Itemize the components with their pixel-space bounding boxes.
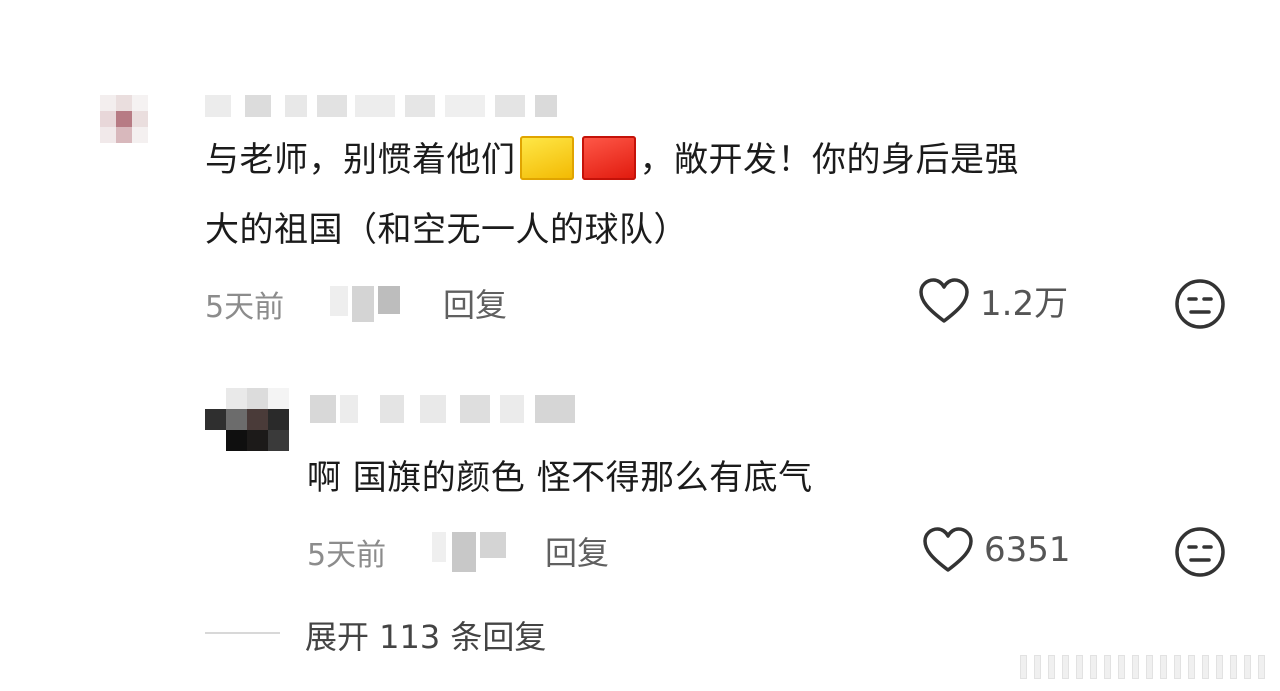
neutral-face-icon[interactable] — [1174, 526, 1226, 578]
reply-button[interactable]: 回复 — [545, 528, 609, 574]
comment-text-part-1: 与老师，别惯着他们 — [205, 140, 516, 180]
red-square-emoji — [581, 135, 636, 180]
location-redacted — [330, 286, 410, 322]
comment-text: 与老师，别惯着他们 ，敞开发！你的身后是强 — [205, 128, 1019, 192]
avatar[interactable] — [100, 95, 148, 143]
expand-replies-button[interactable]: 展开 113 条回复 — [305, 612, 546, 658]
like-button[interactable]: 6351 — [922, 526, 1071, 574]
watermark — [1020, 655, 1265, 679]
like-button[interactable]: 1.2万 — [918, 276, 1068, 325]
like-count: 1.2万 — [980, 284, 1069, 324]
comment-text-line-2: 大的祖国（和空无一人的球队） — [205, 210, 688, 250]
like-count: 6351 — [984, 530, 1071, 570]
reply-button[interactable]: 回复 — [443, 280, 507, 326]
heart-outline-icon — [919, 277, 969, 323]
location-redacted — [432, 532, 517, 572]
neutral-face-icon[interactable] — [1174, 278, 1226, 330]
yellow-square-emoji — [519, 135, 574, 180]
avatar[interactable] — [205, 388, 289, 451]
expand-divider — [205, 632, 280, 634]
comment-text-part-2: ，敞开发！你的身后是强 — [639, 140, 1019, 180]
comment-text: 啊 国旗的颜色 怪不得那么有底气 — [307, 458, 813, 498]
comment-time: 5天前 — [307, 538, 387, 573]
comment-time: 5天前 — [205, 290, 285, 325]
heart-outline-icon — [923, 527, 973, 572]
username-redacted[interactable] — [205, 95, 565, 117]
username-redacted[interactable] — [310, 395, 580, 423]
